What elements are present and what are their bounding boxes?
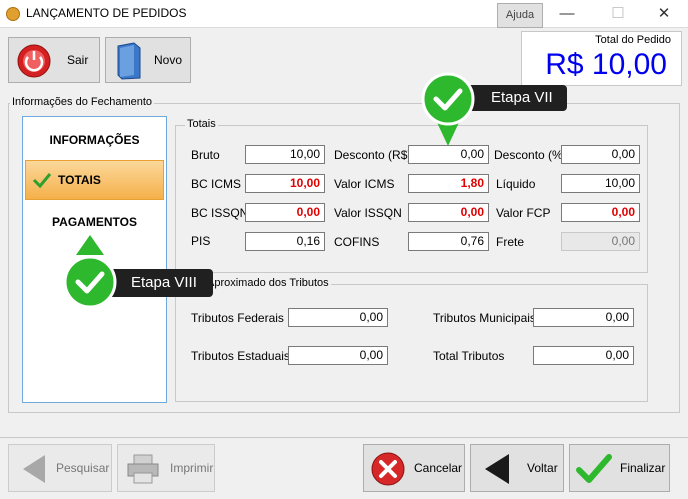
desconto-pct-label: Desconto (%) [494, 148, 567, 162]
help-button[interactable]: Ajuda [497, 3, 543, 28]
exit-label: Sair [67, 53, 89, 67]
step8-badge-icon [63, 235, 117, 309]
valor-fcp-label: Valor FCP [496, 206, 551, 220]
cofins-label: COFINS [334, 235, 380, 249]
window-title: LANÇAMENTO DE PEDIDOS [26, 6, 187, 20]
search-button: Pesquisar [8, 444, 112, 492]
cancel-icon [371, 452, 405, 486]
municipal-taxes-field[interactable]: 0,00 [533, 308, 634, 327]
desconto-pct-field[interactable]: 0,00 [561, 145, 640, 164]
nav-item-informacoes[interactable]: INFORMAÇÕES [23, 133, 166, 147]
cofins-field[interactable]: 0,76 [408, 232, 489, 251]
power-icon [17, 44, 51, 78]
pis-field[interactable]: 0,16 [245, 232, 325, 251]
close-button[interactable]: ✕ [649, 3, 679, 25]
total-taxes-label: Total Tributos [433, 349, 505, 363]
book-icon [117, 42, 141, 80]
nav-item-pagamentos[interactable]: PAGAMENTOS [23, 215, 166, 229]
title-bar: LANÇAMENTO DE PEDIDOS Ajuda — ☐ ✕ [0, 0, 688, 28]
new-button[interactable]: Novo [105, 37, 191, 83]
state-taxes-label: Tributos Estaduais [191, 349, 290, 363]
bc-issqn-label: BC ISSQN [191, 206, 249, 220]
bc-icms-label: BC ICMS [191, 177, 242, 191]
frete-label: Frete [496, 235, 525, 249]
pis-label: PIS [191, 234, 211, 248]
exit-button[interactable]: Sair [8, 37, 100, 83]
cancel-label: Cancelar [414, 461, 463, 475]
valor-issqn-field[interactable]: 0,00 [408, 203, 489, 222]
valor-icms-field[interactable]: 1,80 [408, 174, 489, 193]
back-arrow-icon [485, 454, 509, 484]
totals-group-label: Totais [185, 118, 218, 130]
desconto-rs-label: Desconto (R$) [334, 148, 412, 162]
nav-item-totais-label: TOTAIS [58, 173, 101, 187]
valor-issqn-label: Valor ISSQN [334, 206, 402, 220]
valor-icms-label: Valor ICMS [334, 177, 395, 191]
valor-fcp-field[interactable]: 0,00 [561, 203, 640, 222]
bc-icms-field[interactable]: 10,00 [245, 174, 325, 193]
maximize-button[interactable]: ☐ [603, 3, 633, 25]
minimize-button[interactable]: — [552, 3, 582, 25]
nav-item-totais[interactable]: TOTAIS [25, 160, 164, 200]
arrow-left-icon [23, 455, 45, 483]
bottom-separator [0, 437, 688, 438]
new-label: Novo [154, 53, 183, 67]
liquido-label: Líquido [496, 177, 536, 191]
bc-issqn-field[interactable]: 0,00 [245, 203, 325, 222]
frete-field: 0,00 [561, 232, 640, 251]
order-total-value: R$ 10,00 [545, 48, 667, 81]
back-label: Voltar [527, 461, 558, 475]
search-label: Pesquisar [56, 461, 110, 475]
taxes-group [175, 284, 648, 402]
federal-taxes-label: Tributos Federais [191, 311, 284, 325]
closing-info-label: Informações do Fechamento [10, 96, 155, 108]
liquido-field[interactable]: 10,00 [561, 174, 640, 193]
taxes-group-label: Aproximado dos Tributos [205, 277, 331, 289]
order-total-label: Total do Pedido [595, 34, 671, 46]
step7-badge-icon [421, 72, 475, 146]
print-label: Imprimir [170, 461, 214, 475]
checkmark-icon [32, 173, 52, 189]
check-confirm-icon [576, 454, 612, 483]
bruto-label: Bruto [191, 148, 220, 162]
cancel-button[interactable]: Cancelar [363, 444, 465, 492]
printer-icon [127, 454, 159, 484]
state-taxes-field[interactable]: 0,00 [288, 346, 388, 365]
order-total-panel: Total do Pedido R$ 10,00 [521, 31, 682, 86]
total-taxes-field[interactable]: 0,00 [533, 346, 634, 365]
app-icon [6, 7, 20, 21]
finish-label: Finalizar [620, 461, 666, 475]
municipal-taxes-label: Tributos Municipais [433, 311, 536, 325]
bruto-field[interactable]: 10,00 [245, 145, 325, 164]
finish-button[interactable]: Finalizar [569, 444, 670, 492]
back-button[interactable]: Voltar [470, 444, 564, 492]
print-button: Imprimir [117, 444, 215, 492]
federal-taxes-field[interactable]: 0,00 [288, 308, 388, 327]
